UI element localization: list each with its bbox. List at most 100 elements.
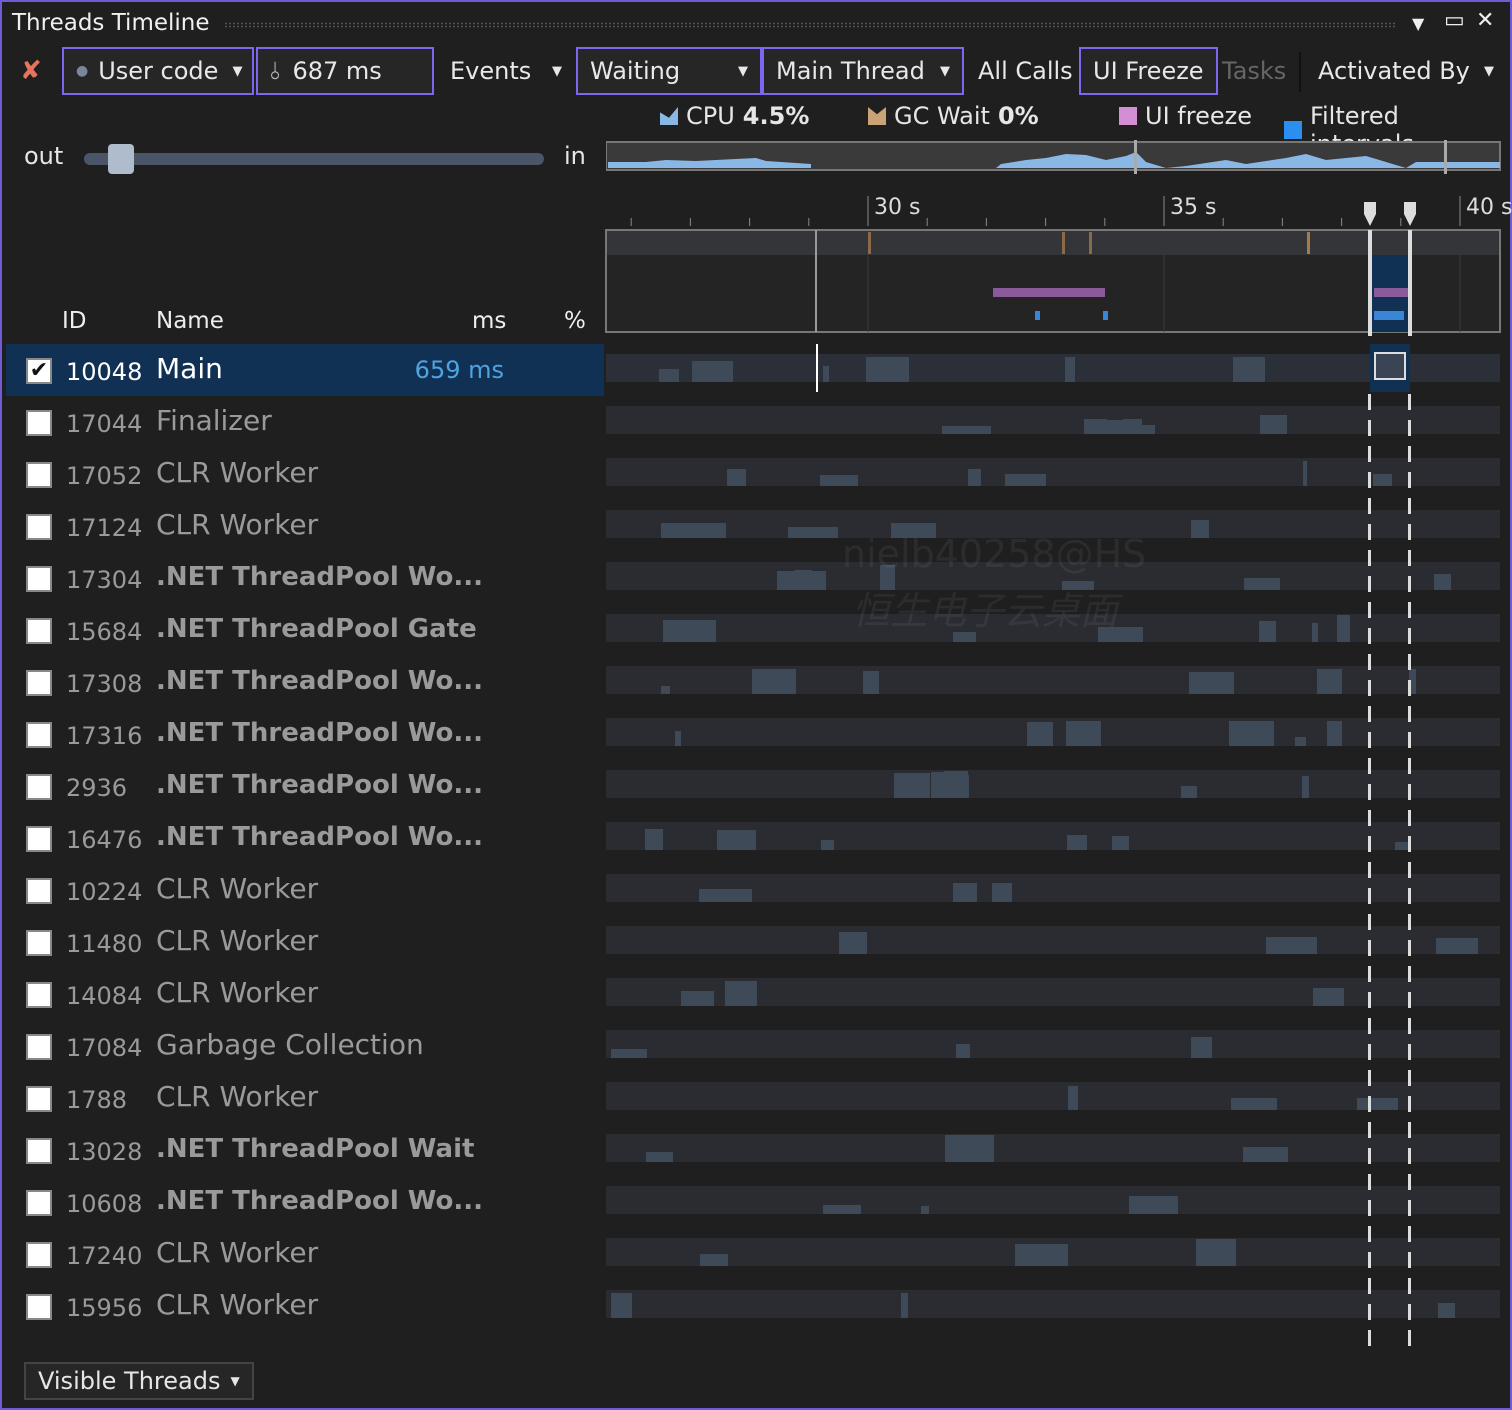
- thread-row[interactable]: 17124 CLR Worker: [6, 500, 604, 552]
- thread-checkbox[interactable]: [26, 670, 52, 696]
- thread-row[interactable]: 17052 CLR Worker: [6, 448, 604, 500]
- thread-row[interactable]: 1788 CLR Worker: [6, 1072, 604, 1124]
- thread-checkbox[interactable]: [26, 514, 52, 540]
- column-ms[interactable]: ms: [472, 308, 506, 334]
- activity-segment[interactable]: [823, 1205, 861, 1214]
- activity-segment[interactable]: [1068, 1086, 1078, 1110]
- thread-row[interactable]: 15956 CLR Worker: [6, 1280, 604, 1332]
- activity-segment[interactable]: [901, 1293, 908, 1318]
- thread-lane[interactable]: [606, 344, 1500, 392]
- activity-segment[interactable]: [866, 357, 909, 382]
- thread-row[interactable]: 10224 CLR Worker: [6, 864, 604, 916]
- user-code-dropdown[interactable]: ● User code ▼: [62, 47, 254, 95]
- thread-lane[interactable]: [606, 978, 1500, 1006]
- activity-segment[interactable]: [1191, 1037, 1212, 1058]
- activity-segment[interactable]: [945, 1135, 994, 1162]
- activity-segment[interactable]: [1229, 721, 1274, 746]
- thread-row[interactable]: 17308 .NET ThreadPool Wo...: [6, 656, 604, 708]
- thread-row[interactable]: 14084 CLR Worker: [6, 968, 604, 1020]
- selection-handle-end[interactable]: [1404, 202, 1416, 226]
- column-id[interactable]: ID: [62, 308, 87, 334]
- thread-lane[interactable]: [606, 406, 1500, 434]
- activity-segment[interactable]: [921, 1206, 929, 1214]
- activity-segment[interactable]: [1123, 419, 1142, 434]
- thread-checkbox[interactable]: [26, 1034, 52, 1060]
- activity-segment[interactable]: [863, 671, 879, 694]
- activity-segment[interactable]: [700, 1254, 728, 1266]
- drag-grip[interactable]: [224, 22, 1396, 28]
- thread-row[interactable]: 2936 .NET ThreadPool Wo...: [6, 760, 604, 812]
- activity-segment[interactable]: [820, 475, 858, 486]
- thread-checkbox[interactable]: [26, 1242, 52, 1268]
- zoom-slider-thumb[interactable]: [108, 144, 134, 174]
- thread-lane[interactable]: [606, 458, 1500, 486]
- tasks-button[interactable]: Tasks: [1210, 47, 1298, 95]
- overview-marker[interactable]: [1444, 140, 1447, 174]
- activity-segment[interactable]: [692, 361, 733, 382]
- thread-row[interactable]: ✔ 10048 Main 659 ms: [6, 344, 604, 396]
- activity-segment[interactable]: [1317, 669, 1342, 694]
- thread-lane[interactable]: [606, 926, 1500, 954]
- activity-segment[interactable]: [1373, 474, 1392, 486]
- activity-segment[interactable]: [1112, 836, 1129, 850]
- activity-segment[interactable]: [1302, 776, 1309, 798]
- thread-checkbox[interactable]: [26, 1138, 52, 1164]
- activity-segment[interactable]: [1189, 672, 1234, 694]
- activity-segment[interactable]: [823, 366, 829, 382]
- activity-segment[interactable]: [1327, 721, 1342, 746]
- thread-lane[interactable]: [606, 666, 1500, 694]
- activity-segment[interactable]: [1312, 623, 1318, 642]
- activity-segment[interactable]: [1196, 1239, 1236, 1266]
- thread-row[interactable]: 13028 .NET ThreadPool Wait: [6, 1124, 604, 1176]
- thread-row[interactable]: 17084 Garbage Collection: [6, 1020, 604, 1072]
- activity-segment[interactable]: [1066, 721, 1101, 746]
- thread-checkbox[interactable]: [26, 618, 52, 644]
- selected-interval-box[interactable]: [1374, 352, 1406, 380]
- activity-segment[interactable]: [931, 772, 946, 798]
- all-calls-button[interactable]: All Calls: [966, 47, 1085, 95]
- thread-lane[interactable]: [606, 874, 1500, 902]
- thread-checkbox[interactable]: [26, 1294, 52, 1320]
- activity-segment[interactable]: [1231, 1098, 1277, 1110]
- activity-segment[interactable]: [968, 469, 981, 486]
- activity-segment[interactable]: [1295, 737, 1306, 746]
- activity-segment[interactable]: [1129, 1196, 1178, 1214]
- thread-checkbox[interactable]: [26, 930, 52, 956]
- activity-segment[interactable]: [1436, 938, 1478, 954]
- thread-lane[interactable]: [606, 1238, 1500, 1266]
- thread-lane[interactable]: [606, 1186, 1500, 1214]
- activity-segment[interactable]: [699, 889, 752, 902]
- activity-segment[interactable]: [1243, 1147, 1288, 1162]
- clear-filter-icon[interactable]: ✘: [8, 47, 60, 95]
- activity-segment[interactable]: [1005, 474, 1046, 486]
- thread-checkbox[interactable]: [26, 774, 52, 800]
- activity-segment[interactable]: [661, 686, 670, 694]
- activity-segment[interactable]: [1434, 574, 1451, 590]
- activity-segment[interactable]: [659, 369, 679, 382]
- activity-segment[interactable]: [839, 932, 867, 954]
- activity-segment[interactable]: [752, 669, 796, 694]
- maximize-icon[interactable]: ▭: [1444, 8, 1465, 33]
- selection-handle-start[interactable]: [1364, 202, 1376, 226]
- zoom-slider[interactable]: [84, 153, 544, 165]
- thread-row[interactable]: 17304 .NET ThreadPool Wo...: [6, 552, 604, 604]
- activity-segment[interactable]: [1337, 615, 1350, 642]
- activity-segment[interactable]: [1303, 461, 1307, 486]
- activity-segment[interactable]: [676, 523, 726, 538]
- thread-lane[interactable]: [606, 1290, 1500, 1318]
- activity-segment[interactable]: [717, 830, 756, 850]
- activity-segment[interactable]: [646, 1152, 673, 1162]
- activity-segment[interactable]: [953, 883, 977, 902]
- activity-segment[interactable]: [611, 1293, 632, 1318]
- thread-checkbox[interactable]: [26, 462, 52, 488]
- duration-filter[interactable]: ⫰ 687 ms: [256, 47, 434, 95]
- column-pct[interactable]: %: [564, 308, 586, 334]
- activity-segment[interactable]: [727, 469, 746, 486]
- events-dropdown[interactable]: Events ▼: [438, 47, 574, 95]
- thread-lane[interactable]: [606, 1030, 1500, 1058]
- activated-by-dropdown[interactable]: Activated By ▼: [1306, 47, 1506, 95]
- thread-lane[interactable]: [606, 1082, 1500, 1110]
- activity-segment[interactable]: [1244, 578, 1280, 590]
- activity-segment[interactable]: [645, 829, 663, 850]
- thread-lane[interactable]: [606, 1134, 1500, 1162]
